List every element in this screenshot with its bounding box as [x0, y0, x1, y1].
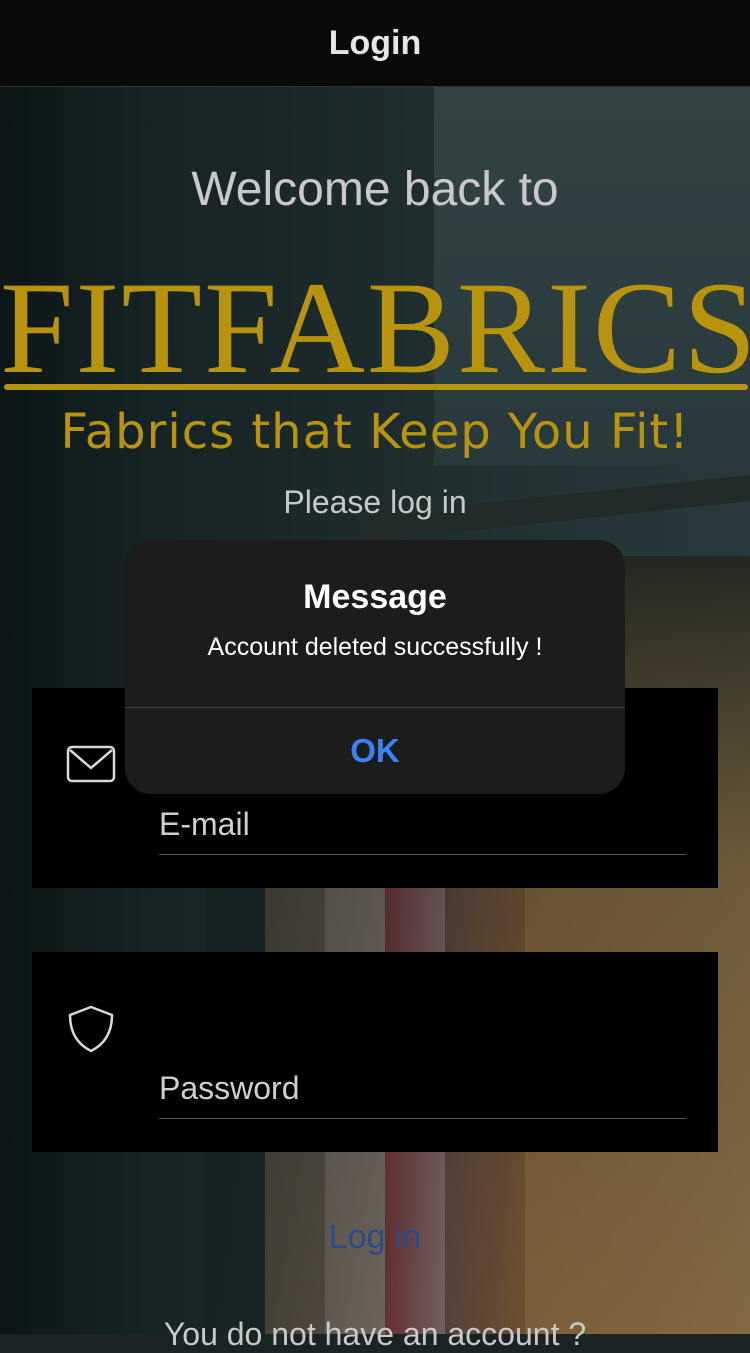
alert-overlay: Message Account deleted successfully ! O…	[0, 0, 750, 1334]
alert-dialog: Message Account deleted successfully ! O…	[125, 540, 625, 794]
alert-title: Message	[303, 578, 447, 616]
alert-ok-button[interactable]: OK	[125, 708, 625, 794]
alert-message: Account deleted successfully !	[207, 633, 543, 661]
